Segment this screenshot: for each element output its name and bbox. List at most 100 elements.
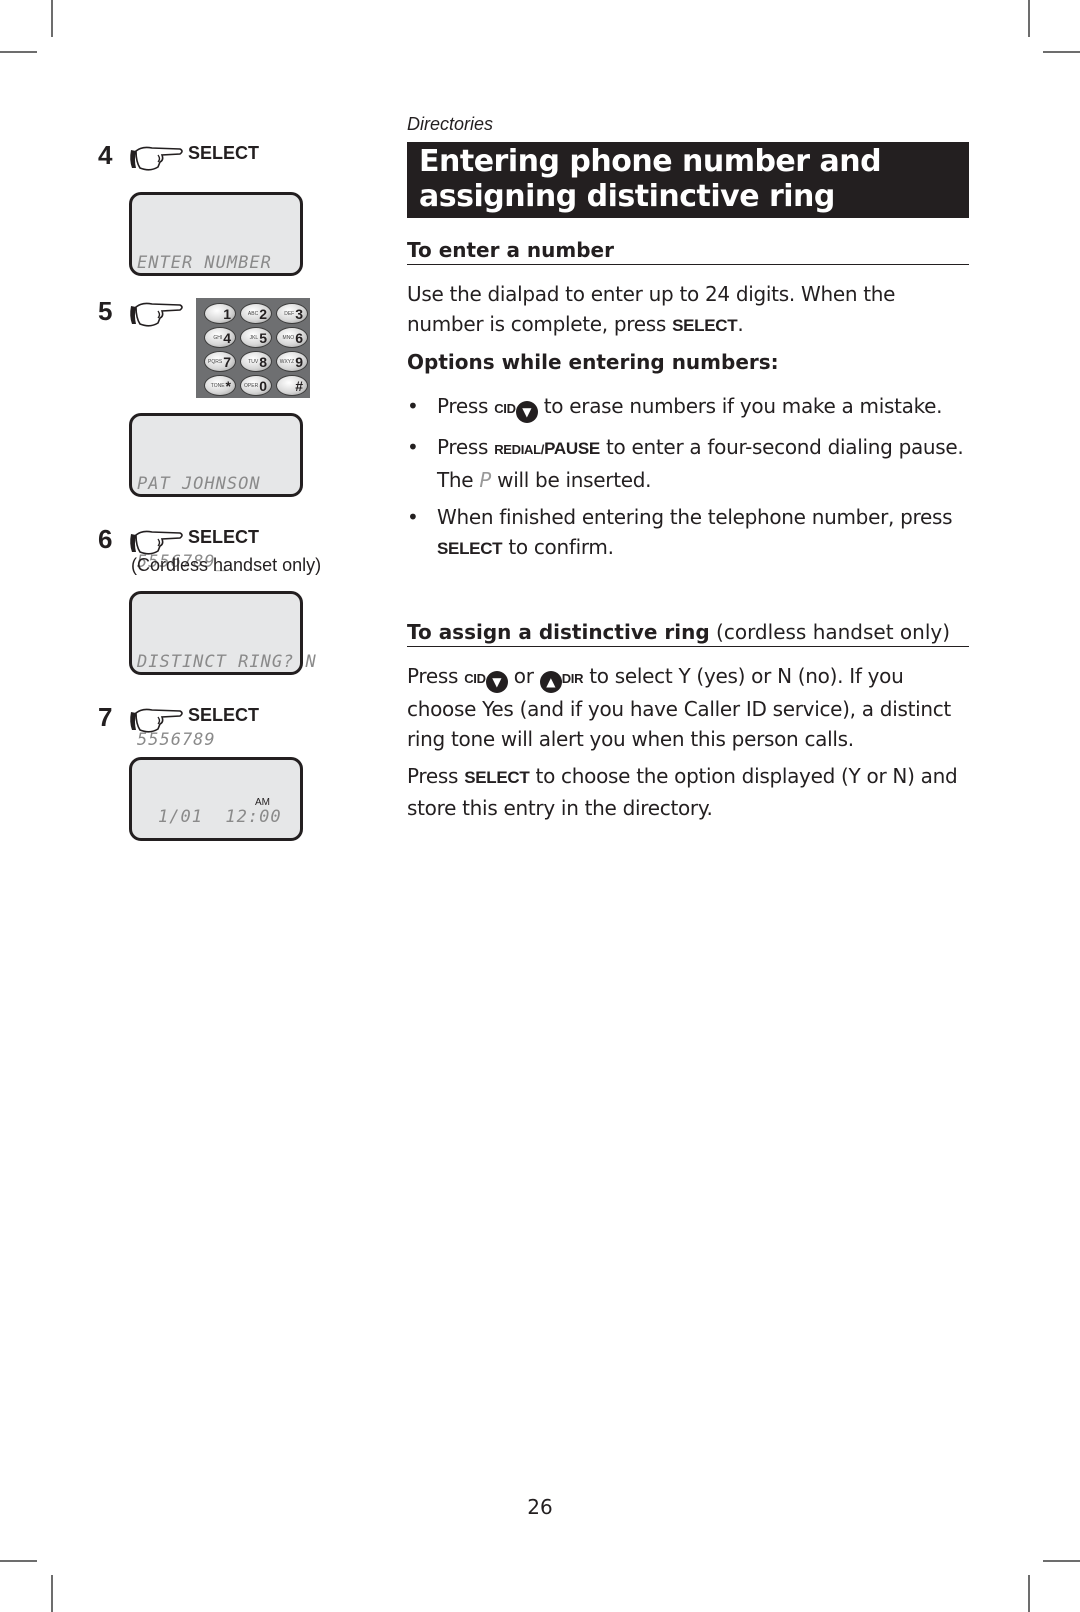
dialpad-key: ABC 2	[240, 303, 272, 324]
lcd-line: DISTINCT RING? N	[137, 652, 317, 672]
crop-mark	[1028, 0, 1030, 37]
key-digit: 1	[223, 305, 231, 322]
select-key-label: SELECT	[188, 143, 260, 163]
crop-mark	[51, 0, 53, 37]
crop-mark	[0, 51, 37, 53]
step-note: (Cordless handset only)	[131, 555, 322, 575]
dialpad-key: DEF 3	[276, 303, 308, 324]
dir-key-label: DIR	[561, 671, 584, 686]
step-4: 4 SELECT	[98, 140, 259, 172]
key-letters: TONE	[210, 382, 225, 389]
select-key-label: SELECT	[464, 768, 530, 787]
lcd-line: ENTER NUMBER	[137, 253, 272, 273]
select-key-label: SELECT	[188, 705, 260, 725]
dialpad-key: 1	[204, 303, 236, 324]
heading-note: (cordless handset only)	[709, 620, 951, 644]
title-line: Entering phone number and	[419, 144, 882, 179]
key-letters: PQRS	[208, 358, 223, 365]
key-letters: WXYZ	[279, 358, 295, 365]
dialpad-key: WXYZ 9	[276, 351, 308, 372]
key-letters: ABC	[247, 310, 259, 317]
crop-mark	[1043, 1560, 1080, 1562]
lcd-display: DISTINCT RING? N 5556789	[129, 591, 317, 750]
pointing-hand-icon	[130, 530, 183, 555]
distinctive-ring-heading: To assign a distinctive ring (cordless h…	[407, 620, 969, 647]
key-letters: DEF	[284, 310, 295, 317]
key-digit: 6	[295, 329, 303, 346]
key-digit: 9	[295, 353, 303, 370]
select-key-label: SELECT	[672, 316, 738, 335]
page-title: Entering phone number and assigning dist…	[407, 142, 969, 218]
dialpad-key: MNO 6	[276, 327, 308, 348]
key-digit: 2	[259, 305, 267, 322]
options-heading: Options while entering numbers:	[407, 350, 779, 374]
down-arrow-icon: ▼	[485, 671, 508, 693]
select-option-paragraph: Press SELECT to choose the option displa…	[407, 761, 972, 823]
text: Press	[437, 435, 495, 459]
key-letters: MNO	[282, 334, 295, 341]
crop-mark	[0, 1560, 37, 1562]
key-letters: OPER	[244, 382, 259, 389]
step-number: 7	[98, 702, 113, 732]
list-item: • Press CID ▼ to erase numbers if you mak…	[407, 391, 972, 424]
key-digit: 3	[295, 305, 303, 322]
list-item: • Press REDIAL/PAUSE to enter a four-sec…	[407, 432, 972, 495]
distinctive-ring-paragraph: Press CID ▼ or ▲ DIR to select Y (yes) or …	[407, 661, 972, 754]
step-number: 5	[98, 296, 113, 326]
crop-mark	[1028, 1575, 1030, 1612]
list-item: • When finished entering the telephone n…	[407, 502, 972, 564]
section-label: Directories	[407, 114, 494, 134]
pointing-hand-icon	[130, 708, 183, 733]
up-arrow-icon: ▲	[539, 671, 562, 693]
dialpad-key: OPER 0	[240, 375, 272, 396]
key-digit: 7	[223, 353, 231, 370]
text: When finished entering the telephone num…	[437, 505, 953, 529]
key-letters: JKL	[249, 334, 259, 341]
bullet-dot: •	[407, 435, 419, 459]
step-7: 7 SELECT	[98, 702, 259, 734]
pause-glyph-icon: P	[479, 468, 492, 492]
step-5: 5	[98, 296, 186, 328]
crop-mark	[51, 1575, 53, 1612]
cid-key-label: CID	[494, 401, 516, 416]
dialpad-key: JKL 5	[240, 327, 272, 348]
key-digit: *	[225, 377, 231, 394]
text: .	[737, 312, 744, 336]
text: Press	[437, 394, 495, 418]
redial-key-label: REDIAL/	[494, 442, 545, 457]
step-number: 4	[98, 140, 113, 170]
pause-key-label: PAUSE	[544, 439, 600, 458]
pointing-hand-icon	[130, 146, 183, 171]
dialpad-key: TONE *	[204, 375, 236, 396]
title-line: assigning distinctive ring	[419, 179, 835, 214]
dialpad-key: TUV 8	[240, 351, 272, 372]
down-arrow-icon: ▼	[515, 401, 538, 423]
bullet-dot: •	[407, 505, 419, 529]
text: will be inserted.	[491, 468, 652, 492]
key-digit: 0	[259, 377, 267, 394]
text: Press	[407, 764, 465, 788]
step-number: 6	[98, 524, 113, 554]
lcd-display: PAT JOHNSON 5556789_	[129, 413, 303, 572]
cid-key-label: CID	[464, 671, 486, 686]
dialpad-key: #	[276, 375, 308, 396]
key-letters: GHI	[213, 334, 223, 341]
text: or	[507, 664, 540, 688]
lcd-display: 1/01 12:00 AM	[129, 757, 303, 841]
text: to erase numbers if you make a mistake.	[537, 394, 943, 418]
dialpad-key: GHI 4	[204, 327, 236, 348]
text: Use the dialpad to enter up to 24 digits…	[407, 282, 896, 336]
key-digit: 5	[259, 329, 267, 346]
key-letters: TUV	[248, 358, 259, 365]
lcd-am-indicator: AM	[255, 797, 270, 808]
dialpad-key: PQRS 7	[204, 351, 236, 372]
select-key-label: SELECT	[437, 539, 503, 558]
key-digit: 4	[223, 329, 231, 346]
step-6: 6 SELECT	[98, 524, 259, 556]
enter-number-heading: To enter a number	[407, 238, 969, 265]
heading-text: To assign a distinctive ring	[407, 620, 710, 644]
bullet-dot: •	[407, 394, 419, 418]
enter-number-paragraph: Use the dialpad to enter up to 24 digits…	[407, 279, 972, 341]
dialpad-image: 1 ABC 2 DEF 3 GHI 4 JKL 5 MNO 6 PQRS 7 TUV 8 WX…	[196, 298, 310, 398]
text: Press	[407, 664, 465, 688]
